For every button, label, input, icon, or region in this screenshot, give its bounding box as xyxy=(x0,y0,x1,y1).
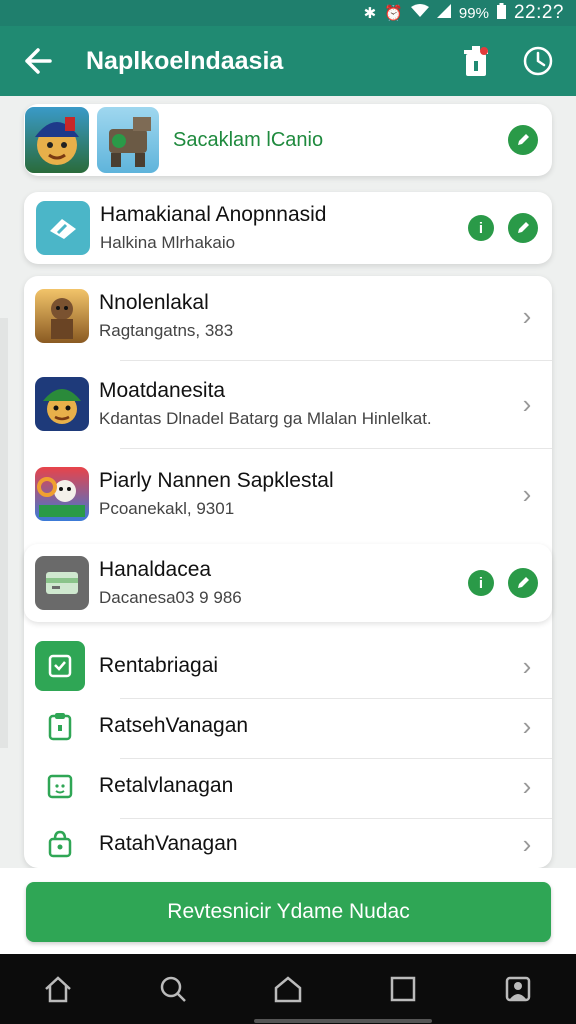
chevron-right-icon: › xyxy=(522,828,532,859)
nav-search-button[interactable] xyxy=(151,967,195,1011)
app-subtitle: Halkina Mlrhakaio xyxy=(100,233,236,252)
info-icon: i xyxy=(478,574,484,592)
game-thumbnail-groot xyxy=(35,289,89,343)
chevron-right-icon: › xyxy=(522,388,532,419)
app-title: Hanaldacea xyxy=(99,558,212,581)
list-item-title: Piarly Nannen Sapklestal xyxy=(99,469,334,492)
chevron-right-icon: › xyxy=(522,650,532,681)
square-icon xyxy=(390,976,416,1002)
page-title: Naplkoelndaasia xyxy=(86,46,284,75)
game-thumbnail-robot xyxy=(97,107,159,173)
lock-bag-icon xyxy=(35,819,85,869)
featured-games-card[interactable]: Sacaklam lCanio xyxy=(24,104,552,176)
clipboard-icon xyxy=(35,701,85,751)
nav-recents-button[interactable] xyxy=(381,967,425,1011)
list-item[interactable]: Piarly Nannen Sapklestal Pcoanekakl, 930… xyxy=(24,454,552,534)
app-bar: Naplkoelndaasia xyxy=(0,26,576,96)
clock-icon xyxy=(523,46,553,76)
menu-item-label: Retalvlanagan xyxy=(99,774,234,797)
profile-card-icon xyxy=(506,976,531,1002)
home-indicator xyxy=(254,1019,432,1023)
menu-item[interactable]: Retalvlanagan › xyxy=(24,756,552,816)
game-thumbnail-warrior xyxy=(25,107,89,173)
calendar-face-icon xyxy=(35,761,85,811)
edit-button[interactable] xyxy=(508,213,538,243)
game-thumbnail-elf xyxy=(35,377,89,431)
history-button[interactable] xyxy=(514,37,562,85)
nav-profile-button[interactable] xyxy=(496,967,540,1011)
menu-item[interactable]: RatahVanagan › xyxy=(24,814,552,874)
wifi-icon xyxy=(410,4,429,22)
chevron-right-icon: › xyxy=(522,770,532,801)
app-card[interactable]: Hanaldacea Dacanesa03 9 986 i xyxy=(24,544,552,622)
menu-item-label: RatahVanagan xyxy=(99,832,238,855)
arrow-left-icon xyxy=(25,48,52,74)
pencil-icon xyxy=(518,222,529,233)
signal-icon xyxy=(436,4,451,22)
list-item-title: Nnolenlakal xyxy=(99,291,209,314)
list-item[interactable]: Moatdanesita Kdantas Dlnadel Batarg ga M… xyxy=(24,364,552,444)
menu-item[interactable]: RatsehVanagan › xyxy=(24,696,552,756)
content-area: Sacaklam lCanio Hamakianal Anopnnasid Ha… xyxy=(0,96,576,868)
chevron-right-icon: › xyxy=(522,710,532,741)
list-item-subtitle: Kdantas Dlnadel Batarg ga Mlalan Hinlelk… xyxy=(99,409,432,428)
back-button[interactable] xyxy=(8,31,68,91)
pencil-icon xyxy=(518,134,529,145)
bottom-action-area: Revtesnicir Ydame Nudac xyxy=(0,868,576,954)
status-time: 22:2? xyxy=(513,2,564,23)
info-badge[interactable]: i xyxy=(468,215,494,241)
battery-icon xyxy=(496,3,506,23)
game-thumbnail-clown xyxy=(35,467,89,521)
alarm-icon: ⏰ xyxy=(384,5,403,22)
list-item[interactable]: Nnolenlakal Ragtangatns, 383 › xyxy=(24,276,552,356)
status-bar: ✱ ⏰ 99% 22:2? xyxy=(0,0,576,26)
menu-item-label: RatsehVanagan xyxy=(99,714,249,737)
nav-home-button[interactable] xyxy=(36,967,80,1011)
list-item-subtitle: Ragtangatns, 383 xyxy=(99,321,234,340)
nav-home-shape-button[interactable] xyxy=(266,967,310,1011)
pencil-icon xyxy=(518,577,529,588)
edit-button[interactable] xyxy=(508,125,538,155)
edit-button[interactable] xyxy=(508,568,538,598)
menu-item[interactable]: Rentabriagai › xyxy=(24,636,552,696)
chevron-right-icon: › xyxy=(522,300,532,331)
menu-item-label: Rentabriagai xyxy=(99,654,219,677)
home-icon xyxy=(44,976,71,1003)
wallet-icon xyxy=(46,572,78,594)
app-title: Hamakianal Anopnnasid xyxy=(100,203,327,226)
bluetooth-icon: ✱ xyxy=(363,5,377,22)
delete-button[interactable] xyxy=(452,37,500,85)
house-icon xyxy=(274,976,302,1003)
list-item-subtitle: Pcoanekakl, 9301 xyxy=(99,499,235,518)
chevron-right-icon: › xyxy=(522,478,532,509)
battery-level: 99% xyxy=(458,4,489,22)
app-thumbnail xyxy=(36,201,90,255)
document-check-icon xyxy=(35,641,85,691)
primary-action-button[interactable]: Revtesnicir Ydame Nudac xyxy=(26,882,551,942)
info-badge[interactable]: i xyxy=(468,570,494,596)
app-subtitle: Dacanesa03 9 986 xyxy=(99,588,242,607)
arrow-right-icon xyxy=(50,219,76,239)
list-item-title: Moatdanesita xyxy=(99,379,226,402)
app-card[interactable]: Hamakianal Anopnnasid Halkina Mlrhakaio … xyxy=(24,192,552,264)
app-thumbnail-wallet xyxy=(35,556,89,610)
search-icon xyxy=(160,976,186,1002)
info-icon: i xyxy=(478,219,484,237)
featured-label: Sacaklam lCanio xyxy=(173,128,324,151)
system-nav-bar xyxy=(0,954,576,1024)
trash-icon xyxy=(464,46,488,76)
